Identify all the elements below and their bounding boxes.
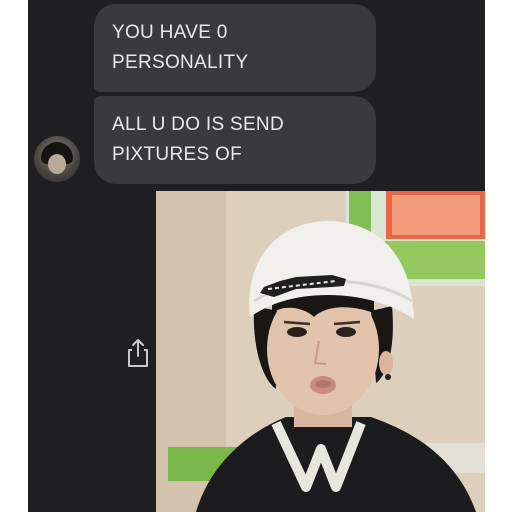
photo-ear [379, 351, 393, 375]
message-bubble[interactable]: ALL U DO IS SEND PIXTURES OF [94, 96, 376, 184]
photo-mouth-inner [315, 380, 331, 388]
avatar-face [48, 154, 66, 174]
share-icon[interactable] [126, 338, 150, 368]
photo-eye-right [336, 327, 356, 337]
message-text-line: PIXTURES OF [112, 144, 242, 165]
message-text-line: YOU HAVE 0 [112, 22, 228, 43]
photo-eye-left [287, 327, 307, 337]
message-text-line: PERSONALITY [112, 52, 249, 73]
photo-sign-inner [392, 195, 480, 235]
message-text-line: ALL U DO IS SEND [112, 114, 284, 135]
message-bubble[interactable]: YOU HAVE 0 PERSONALITY [94, 4, 376, 92]
photo-earring [385, 374, 391, 380]
attached-photo[interactable] [156, 191, 485, 512]
user-avatar[interactable] [34, 136, 80, 182]
